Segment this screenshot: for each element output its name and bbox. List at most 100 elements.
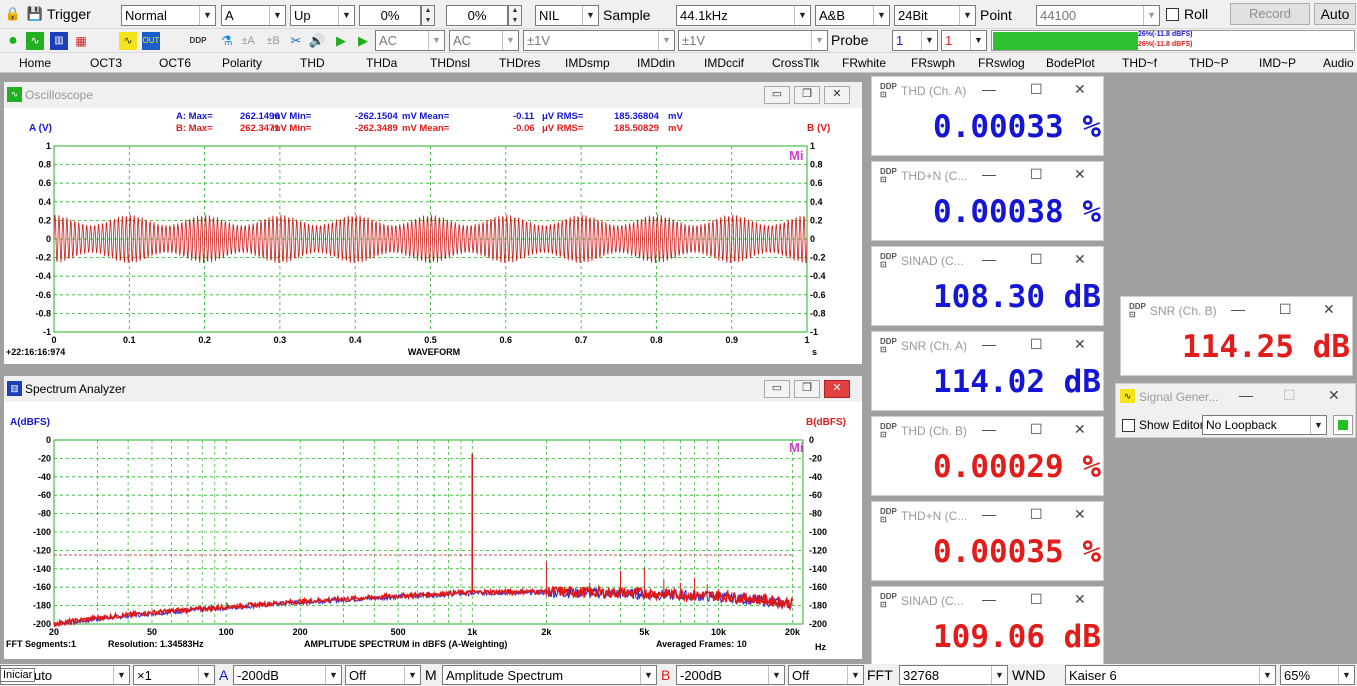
start-icon[interactable]: ● [4,32,22,50]
play-icon[interactable]: ▶ [332,32,350,50]
loopback-select[interactable]: No Loopback ▼ [1202,415,1327,435]
coupling-b-select[interactable]: AC ▼ [449,30,519,51]
minimize-icon[interactable]: — [982,421,996,437]
minimize-icon[interactable]: — [1231,301,1245,317]
overlap-select[interactable]: 65% ▼ [1280,665,1355,685]
minimize-icon[interactable]: — [982,166,996,182]
channel-a-level-select[interactable]: -200dB ▼ [233,665,342,685]
minimize-icon[interactable]: — [982,336,996,352]
window-function-select[interactable]: Kaiser 6 ▼ [1065,665,1276,685]
maximize-icon[interactable]: ☐ [1030,591,1043,608]
probe-b-select[interactable]: 1 ▼ [941,30,987,51]
trigger-level-stepper-1[interactable]: ▲ ▼ [421,5,435,26]
tab-imddin[interactable]: IMDdin [637,56,675,70]
speaker-icon[interactable]: 🔊 [308,32,326,50]
oscilloscope-title-bar[interactable]: ∿ Oscilloscope ▭ ❐ ✕ [4,82,862,108]
dso-icon[interactable]: OUT [142,32,160,50]
auto-button[interactable]: Auto [1314,3,1356,25]
spectrum-plot[interactable]: A(dBFS) B(dBFS)20 50 100 200 500 1k 2k 5k 10k 20k0… [4,402,862,659]
channel-a-off-select[interactable]: Off ▼ [345,665,421,685]
text-b-icon[interactable]: ±B [264,32,282,50]
flask-icon[interactable]: ⚗ [218,32,236,50]
coupling-a-select[interactable]: AC ▼ [375,30,445,51]
trigger-level-stepper-2[interactable]: ▲ ▼ [508,5,522,26]
tab-thda[interactable]: THDa [366,56,397,70]
tab-audio[interactable]: Audio [1323,56,1354,70]
tab-frwhite[interactable]: FRwhite [842,56,886,70]
close-button[interactable]: ✕ [824,86,850,104]
multimeter-icon[interactable]: ▦ [72,32,90,50]
tools-icon[interactable]: ✂ [287,32,305,50]
analysis-select[interactable]: Amplitude Spectrum ▼ [442,665,657,685]
maximize-button[interactable]: ❐ [794,86,820,104]
range-b-select[interactable]: ±1V ▼ [678,30,828,51]
meter-thdn-a[interactable]: DDP ⊡ THD+N (C... — ☐ ✕ 0.00038 % [871,161,1104,241]
save-icon[interactable]: 💾 [26,5,44,23]
roll-checkbox[interactable] [1166,8,1179,21]
tab-thd[interactable]: THD [300,56,325,70]
meter-snr-b[interactable]: DDP ⊡ SNR (Ch. B) — ☐ ✕ 114.25 dB [1120,296,1353,376]
close-icon[interactable]: ✕ [1074,251,1086,268]
tab-thdnsl[interactable]: THDnsl [430,56,470,70]
fft-size-select[interactable]: 32768 ▼ [899,665,1008,685]
meter-thd-b[interactable]: DDP ⊡ THD (Ch. B) — ☐ ✕ 0.00029 % [871,416,1104,496]
oscilloscope-plot[interactable]: A: Max= 262.1496mV Min= -262.1504 mV Mean= -… [4,108,862,364]
play-step-icon[interactable]: ▶ [354,32,372,50]
close-icon[interactable]: ✕ [1074,166,1086,183]
channel-b-off-select[interactable]: Off ▼ [788,665,864,685]
oscilloscope-icon[interactable]: ∿ [26,32,44,50]
sample-rate-select[interactable]: 44.1kHz ▼ [676,5,811,26]
tab-oct3[interactable]: OCT3 [90,56,122,70]
tab-imd-p[interactable]: IMD~P [1259,56,1296,70]
maximize-icon[interactable]: ☐ [1030,251,1043,268]
tab-imdccif[interactable]: IMDccif [704,56,744,70]
tab-frswph[interactable]: FRswph [911,56,955,70]
trigger-level-input-1[interactable]: 0% [359,5,421,26]
close-button[interactable]: ✕ [824,380,850,398]
trigger-edge-select[interactable]: Up ▼ [290,5,355,26]
tab-bodeplot[interactable]: BodePlot [1046,56,1095,70]
meter-snr-a[interactable]: DDP ⊡ SNR (Ch. A) — ☐ ✕ 114.02 dB [871,331,1104,411]
bit-depth-select[interactable]: 24Bit ▼ [894,5,976,26]
lock-icon[interactable]: 🔒 [4,5,22,23]
minimize-icon[interactable]: — [982,591,996,607]
maximize-icon[interactable]: ☐ [1030,421,1043,438]
channels-select[interactable]: A&B ▼ [815,5,890,26]
text-a-icon[interactable]: ±A [239,32,257,50]
meter-thd-a[interactable]: DDP ⊡ THD (Ch. A) — ☐ ✕ 0.00033 % [871,76,1104,156]
generator-toggle-button[interactable] [1333,415,1353,435]
meter-sinad-a[interactable]: DDP ⊡ SINAD (C... — ☐ ✕ 108.30 dB [871,246,1104,326]
minimize-button[interactable]: ▭ [764,380,790,398]
trigger-level-input-2[interactable]: 0% [446,5,508,26]
spectrum-icon[interactable]: ▥ [50,32,68,50]
minimize-button[interactable]: ▭ [764,86,790,104]
show-editor-checkbox[interactable] [1122,419,1135,432]
close-icon[interactable]: ✕ [1328,387,1340,404]
spectrum-title-bar[interactable]: ▥ Spectrum Analyzer ▭ ❐ ✕ [4,376,862,402]
trigger-mode-select[interactable]: Normal ▼ [121,5,216,26]
tab-home[interactable]: Home [19,56,51,70]
tab-thd-p[interactable]: THD~P [1189,56,1229,70]
tab-crosstlk[interactable]: CrossTlk [772,56,819,70]
ddp-icon[interactable]: DDP [189,32,207,50]
maximize-icon[interactable]: ☐ [1283,387,1296,404]
minimize-icon[interactable]: — [982,506,996,522]
nil-select[interactable]: NIL ▼ [535,5,599,26]
record-button[interactable]: Record [1230,3,1310,25]
tab-thdres[interactable]: THDres [499,56,540,70]
maximize-icon[interactable]: ☐ [1030,81,1043,98]
range-a-select[interactable]: ±1V ▼ [523,30,675,51]
probe-a-select[interactable]: 1 ▼ [892,30,938,51]
close-icon[interactable]: ✕ [1074,506,1086,523]
tab-imdsmp[interactable]: IMDsmp [565,56,610,70]
close-icon[interactable]: ✕ [1074,336,1086,353]
meter-sinad-b[interactable]: DDP ⊡ SINAD (C... — ☐ ✕ 109.06 dB [871,586,1104,666]
close-icon[interactable]: ✕ [1074,591,1086,608]
maximize-icon[interactable]: ☐ [1279,301,1292,318]
minimize-icon[interactable]: — [982,81,996,97]
close-icon[interactable]: ✕ [1074,421,1086,438]
minimize-icon[interactable]: — [982,251,996,267]
trigger-channel-select[interactable]: A ▼ [221,5,286,26]
maximize-icon[interactable]: ☐ [1030,166,1043,183]
close-icon[interactable]: ✕ [1074,81,1086,98]
